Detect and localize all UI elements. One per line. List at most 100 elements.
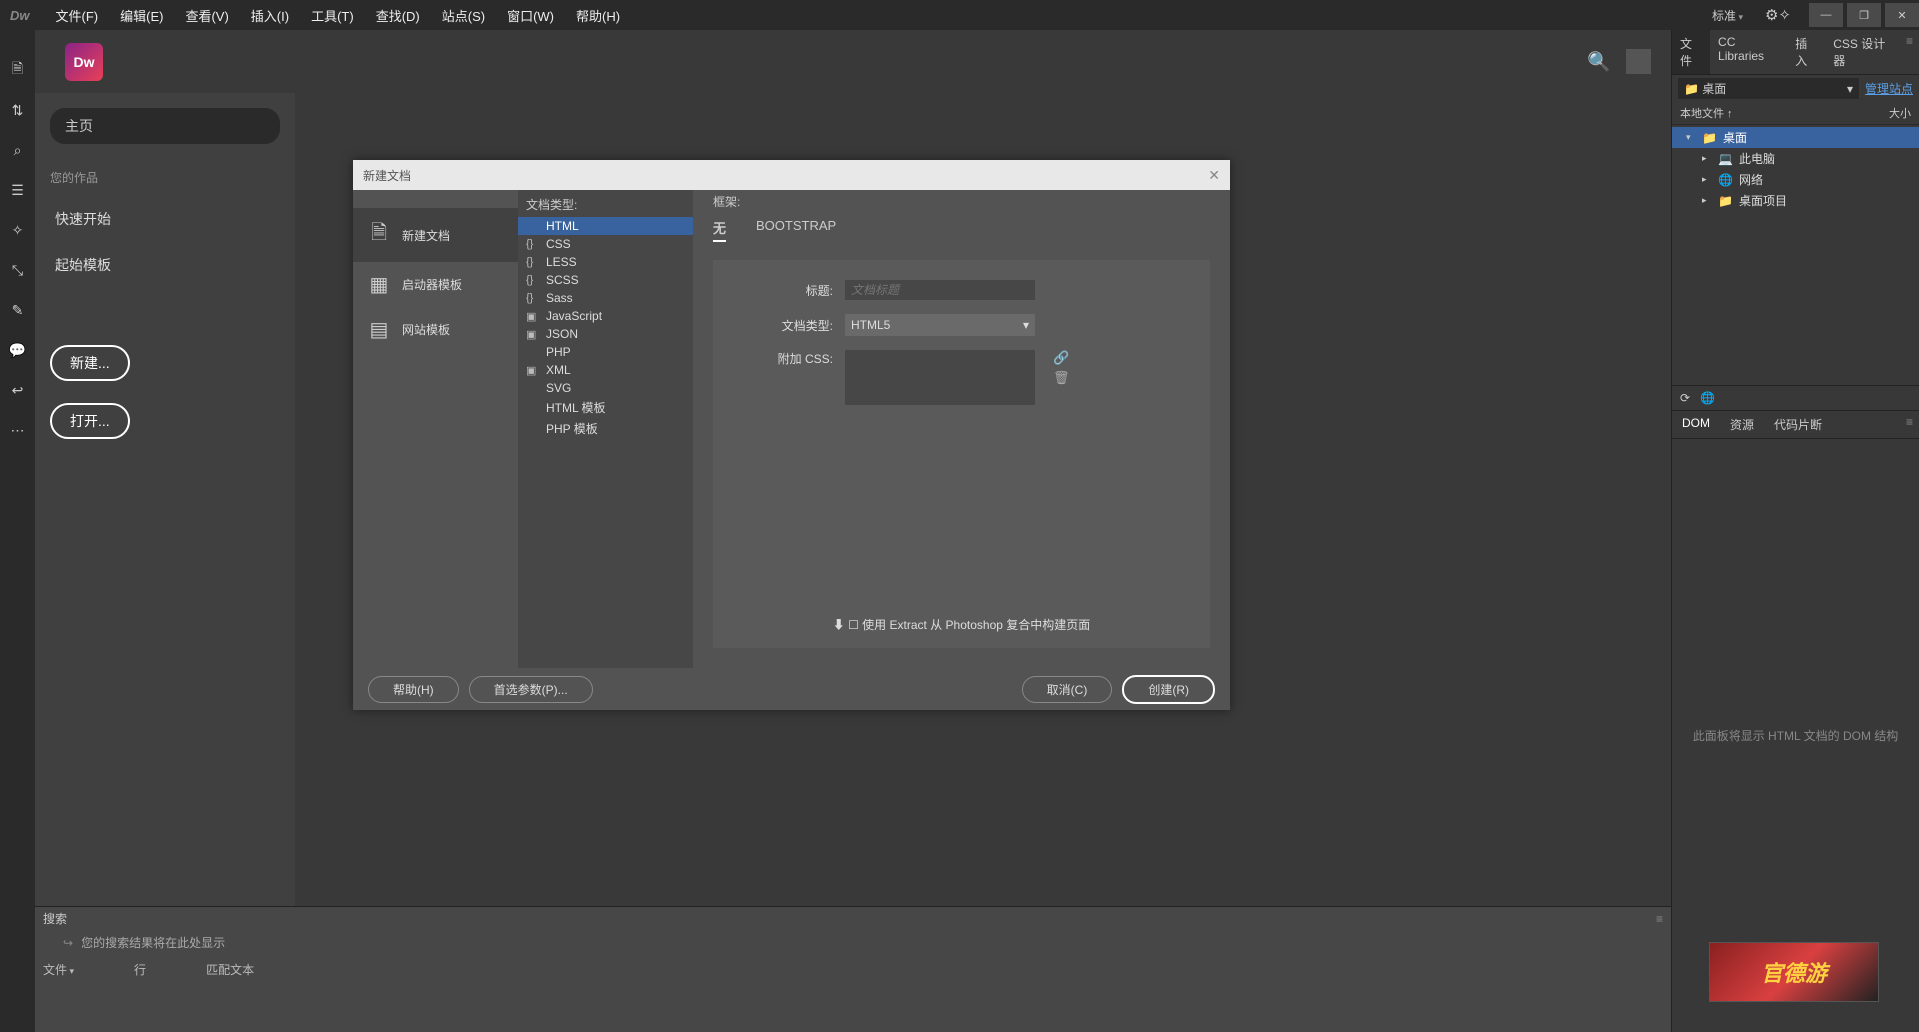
- doctype-item[interactable]: ▣XML: [518, 361, 693, 379]
- col-file[interactable]: 文件: [43, 961, 74, 978]
- tree-row[interactable]: ▸🌐网络: [1672, 169, 1919, 190]
- panel-menu-icon[interactable]: ≡: [1900, 30, 1919, 74]
- sync-icon[interactable]: ⚙✧: [1765, 6, 1791, 24]
- manage-sites-link[interactable]: 管理站点: [1865, 80, 1913, 97]
- help-button[interactable]: 帮助(H): [368, 676, 459, 703]
- panel-tab[interactable]: 文件: [1672, 30, 1710, 74]
- dialog-nav-item[interactable]: ▤网站模板: [353, 307, 518, 352]
- your-works-label: 您的作品: [50, 169, 280, 186]
- panel-tab[interactable]: CSS 设计器: [1825, 30, 1900, 74]
- dom-tab[interactable]: DOM: [1672, 411, 1720, 438]
- menu-item[interactable]: 编辑(E): [114, 2, 169, 29]
- dom-tab[interactable]: 资源: [1720, 411, 1764, 438]
- dialog-footer: 帮助(H) 首选参数(P)... 取消(C) 创建(R): [353, 668, 1230, 710]
- tree-caret-icon[interactable]: ▸: [1702, 153, 1712, 164]
- document-icon[interactable]: 🗎: [8, 60, 28, 80]
- menu-item[interactable]: 插入(I): [245, 2, 295, 29]
- open-button[interactable]: 打开...: [50, 403, 130, 439]
- swap-icon[interactable]: ⇅: [8, 100, 28, 120]
- extract-option[interactable]: ⬇ ☐ 使用 Extract 从 Photoshop 复合中构建页面: [713, 616, 1210, 633]
- tree-row[interactable]: ▾📁桌面: [1672, 127, 1919, 148]
- dw-brand-icon: Dw: [65, 43, 103, 81]
- framework-tab[interactable]: 无: [713, 218, 726, 242]
- dom-tab[interactable]: 代码片断: [1764, 411, 1832, 438]
- doctype-select[interactable]: HTML5 ▾: [845, 314, 1035, 336]
- tree-row[interactable]: ▸💻此电脑: [1672, 148, 1919, 169]
- css-list[interactable]: [845, 350, 1035, 405]
- doctype-item[interactable]: {}SCSS: [518, 271, 693, 289]
- tree-caret-icon[interactable]: ▾: [1686, 132, 1696, 143]
- expand-icon[interactable]: ⤡: [8, 260, 28, 280]
- chevron-down-icon: ▾: [1023, 318, 1029, 332]
- template-link[interactable]: 起始模板: [50, 247, 280, 283]
- menu-item[interactable]: 查看(V): [179, 2, 234, 29]
- doctype-icon: {}: [526, 292, 540, 304]
- search-columns: 文件 行 匹配文本: [35, 957, 1671, 982]
- col-line[interactable]: 行: [134, 961, 146, 978]
- cancel-button[interactable]: 取消(C): [1022, 676, 1113, 703]
- dialog-title-bar: 新建文档 ✕: [353, 160, 1230, 190]
- tree-caret-icon[interactable]: ▸: [1702, 195, 1712, 206]
- panel-tab[interactable]: CC Libraries: [1710, 30, 1787, 74]
- trash-icon[interactable]: 🗑: [1053, 370, 1070, 386]
- dialog-nav-item[interactable]: 🗎新建文档: [353, 208, 518, 262]
- doctype-item[interactable]: PHP 模板: [518, 418, 693, 439]
- doctype-item[interactable]: ▣JSON: [518, 325, 693, 343]
- maximize-button[interactable]: ❐: [1847, 3, 1881, 27]
- target-icon[interactable]: ✧: [8, 220, 28, 240]
- tree-row[interactable]: ▸📁桌面项目: [1672, 190, 1919, 211]
- doctype-item[interactable]: SVG: [518, 379, 693, 397]
- doctype-item[interactable]: ▣JavaScript: [518, 307, 693, 325]
- doctype-item[interactable]: {}CSS: [518, 235, 693, 253]
- right-panel: 文件CC Libraries插入CSS 设计器≡ 📁 桌面 ▾ 管理站点 本地文…: [1671, 30, 1919, 1032]
- tree-caret-icon[interactable]: ▸: [1702, 174, 1712, 185]
- link-icon[interactable]: 🔗: [1053, 350, 1070, 366]
- wrap-icon[interactable]: ↩: [8, 380, 28, 400]
- doctype-item[interactable]: {}LESS: [518, 253, 693, 271]
- menu-item[interactable]: 帮助(H): [570, 2, 626, 29]
- more-icon[interactable]: ⋯: [8, 420, 28, 440]
- inspect-icon[interactable]: ⌕: [8, 140, 28, 160]
- menu-item[interactable]: 工具(T): [305, 2, 360, 29]
- title-input[interactable]: [845, 280, 1035, 300]
- prefs-button[interactable]: 首选参数(P)...: [469, 676, 593, 703]
- menubar: Dw 文件(F)编辑(E)查看(V)插入(I)工具(T)查找(D)站点(S)窗口…: [0, 0, 1919, 30]
- menu-item[interactable]: 查找(D): [370, 2, 426, 29]
- files-source-dropdown[interactable]: 📁 桌面 ▾: [1678, 78, 1859, 99]
- doctype-item[interactable]: HTML: [518, 217, 693, 235]
- quick-start-link[interactable]: 快速开始: [50, 201, 280, 237]
- col-local[interactable]: 本地文件 ↑: [1680, 105, 1889, 121]
- panel-tab[interactable]: 插入: [1787, 30, 1825, 74]
- doctype-header: 文档类型:: [518, 193, 693, 217]
- menu-item[interactable]: 窗口(W): [501, 2, 560, 29]
- search-menu-icon[interactable]: ≡: [1656, 912, 1663, 926]
- doctype-item[interactable]: PHP: [518, 343, 693, 361]
- window-controls: — ❐ ✕: [1805, 3, 1919, 27]
- new-button[interactable]: 新建...: [50, 345, 130, 381]
- list-icon[interactable]: ☰: [8, 180, 28, 200]
- refresh-icon[interactable]: ⟳: [1680, 391, 1690, 405]
- doctype-item[interactable]: {}Sass: [518, 289, 693, 307]
- brush-icon[interactable]: ✎: [8, 300, 28, 320]
- doctype-icon: ▣: [526, 328, 540, 341]
- header-close-button[interactable]: [1626, 49, 1651, 74]
- minimize-button[interactable]: —: [1809, 3, 1843, 27]
- sync-icon[interactable]: 🌐: [1700, 391, 1715, 405]
- col-match[interactable]: 匹配文本: [206, 961, 254, 978]
- create-button[interactable]: 创建(R): [1122, 675, 1215, 704]
- menu-item[interactable]: 文件(F): [50, 2, 105, 29]
- search-icon[interactable]: 🔍: [1587, 50, 1611, 74]
- comment-icon[interactable]: 💬: [8, 340, 28, 360]
- workspace-dropdown[interactable]: 标准: [1704, 5, 1751, 26]
- dialog-close-icon[interactable]: ✕: [1208, 167, 1220, 184]
- col-size[interactable]: 大小: [1889, 105, 1911, 121]
- app-body: 🗎 ⇅ ⌕ ☰ ✧ ⤡ ✎ 💬 ↩ ⋯ Dw 🔍 主页 您的作品 快速开始 起始…: [0, 30, 1919, 1032]
- dom-menu-icon[interactable]: ≡: [1900, 411, 1919, 438]
- framework-tab[interactable]: BOOTSTRAP: [756, 218, 836, 242]
- menu-item[interactable]: 站点(S): [436, 2, 491, 29]
- nav-icon: ▤: [368, 317, 390, 342]
- doctype-item[interactable]: HTML 模板: [518, 397, 693, 418]
- sidebar-home[interactable]: 主页: [50, 108, 280, 144]
- close-window-button[interactable]: ✕: [1885, 3, 1919, 27]
- dialog-nav-item[interactable]: ▦启动器模板: [353, 262, 518, 307]
